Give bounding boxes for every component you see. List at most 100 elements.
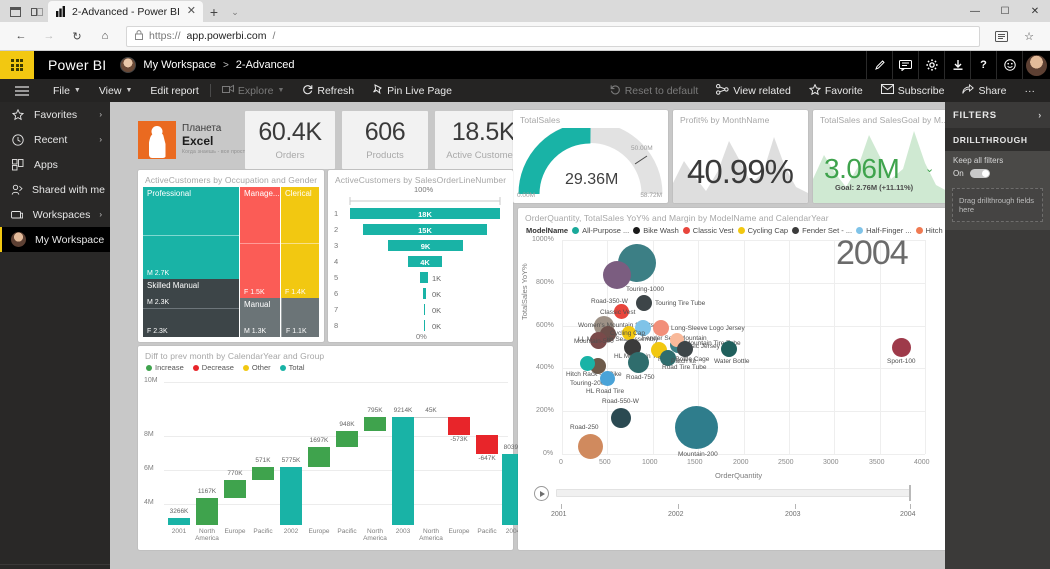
pencil-icon[interactable] [866,51,892,79]
waterfall-bar-increase[interactable] [252,467,274,480]
bubble-point[interactable] [892,338,911,357]
treemap-cell[interactable]: Clerical [281,187,319,243]
favorite-star-icon[interactable]: ☆ [1016,24,1042,48]
play-button[interactable] [534,486,549,501]
bubble-point[interactable] [721,341,737,357]
funnel-bar[interactable] [423,288,426,299]
treemap-cell[interactable]: M 1.5K F 1.4K [281,243,319,298]
back-icon[interactable]: ← [8,24,34,48]
treemap-cell[interactable]: Manual M 1.3K [240,298,280,337]
file-menu[interactable]: File ▼ [44,79,90,102]
waterfall-bar-decrease[interactable] [448,417,470,435]
help-icon[interactable]: ? [970,51,996,79]
play-axis-handle[interactable] [909,485,911,501]
treemap-cell[interactable]: Skilled Manual M 2.3K [143,279,239,308]
waterfall-bar-increase[interactable] [336,431,358,447]
sidebar-item-shared-with-me[interactable]: Shared with me [0,177,110,202]
scatter-visual[interactable]: OrderQuantity, TotalSales YoY% and Margi… [518,208,945,550]
download-icon[interactable] [944,51,970,79]
edit-report-button[interactable]: Edit report [141,79,207,102]
treemap-cell[interactable]: F 2.3K [143,308,239,337]
reload-icon[interactable]: ↻ [64,24,90,48]
funnel-visual[interactable]: ActiveCustomers by SalesOrderLineNumber … [328,170,513,342]
play-axis-tick-label[interactable]: 2004 [900,511,916,518]
treemap-cell[interactable]: F 1.1K [281,298,319,337]
sidebar-item-apps[interactable]: Apps [0,152,110,177]
funnel-bar[interactable] [420,272,428,283]
bubble-point[interactable] [636,295,652,311]
power-bi-logo[interactable]: Power BI [34,57,120,73]
treemap-cell[interactable]: F 2.8K M 2.7K [143,235,239,279]
play-axis-tick-label[interactable]: 2001 [551,511,567,518]
treemap-cell[interactable]: Professional [143,187,239,235]
kpi-visual-profit-pct[interactable]: Profit% by MonthName 40.99% [673,110,808,203]
bubble-point[interactable] [578,434,603,459]
minimize-button[interactable]: — [960,0,990,22]
explore-menu[interactable]: Explore ▼ [213,79,294,102]
pin-live-page-button[interactable]: Pin Live Page [363,79,461,102]
chevron-right-icon[interactable]: › [1038,110,1042,120]
waterfall-bar-total[interactable] [392,417,414,525]
breadcrumb-workspace[interactable]: My Workspace [143,59,216,71]
play-axis-tick-label[interactable]: 2002 [668,511,684,518]
waterfall-bar-total[interactable] [280,467,302,525]
kpi-card-products[interactable]: 606 Products [342,111,428,169]
bubble-point[interactable] [677,341,693,357]
set-tabs-aside-icon[interactable] [26,2,48,22]
play-axis-track[interactable] [556,489,911,497]
refresh-button[interactable]: Refresh [293,79,363,102]
gear-icon[interactable] [918,51,944,79]
treemap-visual[interactable]: ActiveCustomers by Occupation and Gender… [138,170,324,342]
favorite-button[interactable]: Favorite [800,79,872,102]
home-icon[interactable]: ⌂ [92,24,118,48]
reading-view-icon[interactable] [988,24,1014,48]
waterfall-bar-increase[interactable] [364,417,386,431]
kpi-visual-totalsales-goal[interactable]: TotalSales and SalesGoal by M... 3.06M ⌄… [813,110,945,203]
close-icon[interactable]: ✕ [187,6,196,17]
bubble-point[interactable] [600,371,615,386]
chevron-down-icon[interactable]: ⌄ [225,7,245,22]
hamburger-menu-icon[interactable] [0,79,44,102]
bubble-point[interactable] [628,352,649,373]
funnel-bar[interactable] [423,304,425,315]
address-bar[interactable]: https:// app.powerbi.com / [126,25,980,47]
kpi-card-orders[interactable]: 60.4K Orders [245,111,335,169]
new-tab-button[interactable]: + [203,4,225,22]
tab-list-icon[interactable] [4,2,26,22]
sidebar-item-recent[interactable]: Recent › [0,127,110,152]
toggle-switch[interactable] [969,169,990,178]
get-data-button[interactable]: Get Data [0,564,110,569]
breadcrumb-report[interactable]: 2-Advanced [236,59,295,71]
view-menu[interactable]: View ▼ [90,79,142,102]
forward-icon[interactable]: → [36,24,62,48]
feedback-icon[interactable] [892,51,918,79]
sidebar-item-favorites[interactable]: Favorites › [0,102,110,127]
keep-all-filters-toggle-row[interactable]: On [945,167,1050,184]
maximize-button[interactable]: ☐ [990,0,1020,22]
app-launcher-button[interactable] [0,51,34,79]
sidebar-item-my-workspace[interactable]: My Workspace ⌄ [0,227,120,252]
more-options-button[interactable]: ··· [1016,79,1045,102]
funnel-bar[interactable] [424,320,425,331]
bubble-point[interactable] [611,408,631,428]
treemap-cell[interactable]: Manage... [240,187,280,243]
drillthrough-drop-zone[interactable]: Drag drillthrough fields here [952,188,1043,222]
subscribe-button[interactable]: Subscribe [872,79,954,102]
gauge-visual-totalsales[interactable]: TotalSales 29.36M 50.00M 0.00M 58.72M [513,110,668,203]
share-button[interactable]: Share [953,79,1015,102]
user-avatar[interactable] [1022,51,1050,79]
close-window-button[interactable]: ✕ [1020,0,1050,22]
bubble-point[interactable] [675,406,718,449]
waterfall-visual[interactable]: Diff to prev month by CalendarYear and G… [138,346,524,550]
play-axis-tick-label[interactable]: 2003 [785,511,801,518]
bubble-point[interactable] [653,320,669,336]
waterfall-bar-total[interactable] [168,518,190,525]
smiley-icon[interactable] [996,51,1022,79]
waterfall-bar-increase[interactable] [224,480,246,498]
waterfall-bar-increase[interactable] [196,498,218,525]
treemap-cell[interactable]: M 1.6K F 1.5K [240,243,280,298]
waterfall-bar-increase[interactable] [308,447,330,467]
reset-to-default-button[interactable]: Reset to default [601,79,708,102]
bubble-point[interactable] [580,356,595,371]
sidebar-item-workspaces[interactable]: Workspaces › [0,202,110,227]
